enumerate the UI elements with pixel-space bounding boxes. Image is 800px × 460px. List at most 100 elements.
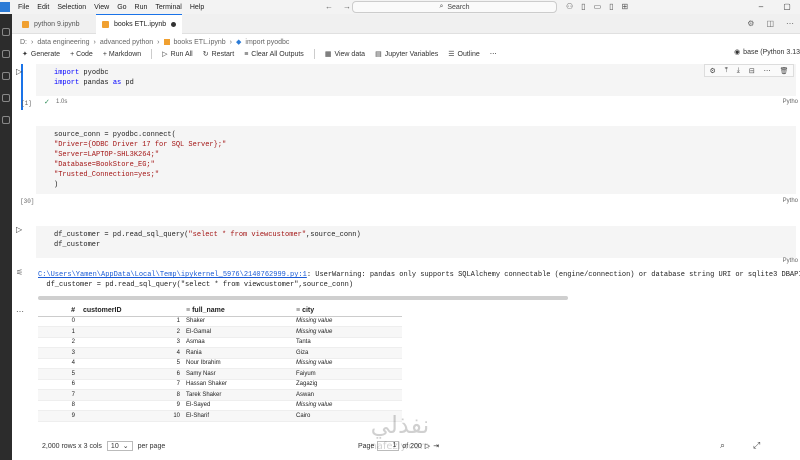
output-actions-icon[interactable]: ⚟ [16,268,23,277]
cell-city: Aswan [293,389,402,401]
menu-terminal[interactable]: Terminal [155,4,181,11]
split-cell-icon[interactable]: ⊟ [749,67,755,75]
tab-books-etl[interactable]: books ETL.ipynb [96,14,183,34]
more-actions-icon[interactable]: ⋯ [786,19,794,28]
cell-city: Missing value [293,326,402,338]
add-code-button[interactable]: + Code [70,51,93,58]
cell-city: Faiyum [293,368,402,380]
warning-path-link[interactable]: C:\Users\Yamen\AppData\Local\Temp\ipyker… [38,271,307,279]
watermark-arabic: نفذلي [371,411,430,439]
table-header-row: # customerID ≡ full_name ≡ city [38,305,402,317]
execute-below-icon[interactable]: ⤓ [737,67,740,75]
column-header-city[interactable]: ≡ city [293,305,402,317]
run-by-line-icon[interactable]: ⚙ [709,67,715,75]
cell-language[interactable]: Pytho [783,198,798,204]
table-row: 5 6 Samy Nasr Faiyum [38,368,402,380]
row-index: 7 [38,389,78,401]
kernel-picker[interactable]: ◉ base (Python 3.13 [734,48,800,57]
cell-language[interactable]: Pytho [783,99,798,105]
run-cell-icon[interactable]: ▷ [16,225,26,235]
row-index: 4 [38,358,78,369]
forward-arrow-icon[interactable]: → [343,2,351,11]
expand-icon[interactable]: ⤢ [753,440,760,451]
breadcrumb-drive[interactable]: D: [20,39,27,46]
menu-file[interactable]: File [18,4,29,11]
breadcrumb-folder[interactable]: data engineering [37,39,89,46]
warning-source-line: df_customer = pd.read_sql_query("select … [38,281,354,289]
copilot-icon[interactable]: ⚇ [566,2,573,11]
notebook-icon [102,21,109,28]
menu-help[interactable]: Help [190,4,204,11]
row-index: 5 [38,368,78,380]
execution-time: 1.0s [56,99,68,105]
horizontal-scrollbar[interactable] [38,296,568,300]
search-view-icon[interactable] [2,50,10,58]
breadcrumb-file[interactable]: books ETL.ipynb [174,39,226,46]
column-header-full-name[interactable]: ≡ full_name [183,305,293,317]
explorer-icon[interactable] [2,28,10,36]
menu-run[interactable]: Run [135,4,148,11]
cell-language[interactable]: Pytho [783,258,798,264]
cell-customerid: 4 [78,347,183,359]
per-page-select[interactable]: 10 ⌄ [106,441,133,451]
source-control-icon[interactable] [2,72,10,80]
code-cell-1[interactable]: import pyodbc import pandas as pd [36,64,796,96]
add-markdown-button[interactable]: + Markdown [103,51,141,58]
delete-cell-icon[interactable]: 🗑 [780,67,789,75]
tab-python-9[interactable]: python 9.ipynb [16,14,86,34]
table-row: 4 5 Nour Ibrahim Missing value [38,358,402,369]
minimize-icon[interactable]: – [748,0,774,14]
warning-output: C:\Users\Yamen\AppData\Local\Temp\ipyker… [38,270,800,290]
search-label: Search [447,3,470,11]
split-editor-icon[interactable]: ◫ [766,19,774,28]
run-cell-icon[interactable]: ▷ [16,67,26,77]
activity-bar [0,14,12,460]
clear-outputs-button[interactable]: ≡ Clear All Outputs [244,51,304,58]
title-icons: ⚇ ▯ ▭ ▯ ⊞ [566,2,628,11]
unsaved-dot-icon[interactable] [171,22,177,27]
view-data-button[interactable]: ▦ View data [325,50,365,59]
jupyter-variables-button[interactable]: ▤ Jupyter Variables [375,50,438,59]
toggle-secondary-sidebar-icon[interactable]: ▯ [609,2,613,11]
generate-button[interactable]: ✦ Generate [22,50,60,59]
run-all-icon: ▷ [162,51,168,58]
divider [151,49,153,59]
code-cell-2[interactable]: source_conn = pyodbc.connect( "Driver={O… [36,126,796,194]
table-row: 7 8 Tarek Shaker Aswan [38,389,402,401]
notebook-toolbar: ✦ Generate + Code + Markdown ▷ Run All ↻ Re… [12,47,800,61]
menu-bar: File Edit Selection View Go Run Terminal… [0,0,800,14]
maximize-icon[interactable]: ▢ [774,0,800,14]
extensions-icon[interactable] [2,116,10,124]
run-all-button[interactable]: ▷ Run All [162,50,193,59]
notebook-icon [163,39,170,45]
toggle-panel-icon[interactable]: ▭ [594,2,602,11]
cell-customerid: 7 [78,379,183,390]
toggle-primary-sidebar-icon[interactable]: ▯ [581,2,585,11]
divider [313,49,315,59]
run-debug-icon[interactable] [2,94,10,102]
column-header-customerid[interactable]: customerID [78,305,183,317]
row-index: 1 [38,326,78,338]
menu-edit[interactable]: Edit [37,4,49,11]
breadcrumb-cell[interactable]: import pyodbc [245,39,289,46]
cell-customerid: 3 [78,337,183,348]
back-arrow-icon[interactable]: ← [325,2,333,11]
menu-selection[interactable]: Selection [57,4,86,11]
execute-above-icon[interactable]: ⤒ [725,67,728,75]
more-toolbar-icon[interactable]: ⋯ [490,50,497,58]
restart-button[interactable]: ↻ Restart [203,50,234,59]
breadcrumb-subfolder[interactable]: advanced python [100,39,153,46]
per-page-label: per page [137,442,166,450]
code-cell-3[interactable]: df_customer = pd.read_sql_query("select … [36,226,796,258]
cell-more-icon[interactable]: ⋯ [764,67,771,75]
customize-layout-icon[interactable]: ⊞ [622,2,629,11]
settings-gear-icon[interactable]: ⚙ [747,19,754,28]
search-table-icon[interactable]: ⌕ [720,440,725,451]
menu-go[interactable]: Go [117,4,126,11]
outline-button[interactable]: ☰ Outline [448,50,479,59]
cell-full-name: Tarek Shaker [183,389,293,401]
watermark-text: nafezly.com [370,441,429,452]
menu-view[interactable]: View [94,4,109,11]
output-more-icon[interactable]: ⋯ [16,307,24,316]
command-search[interactable]: ⌕ Search [352,1,557,13]
